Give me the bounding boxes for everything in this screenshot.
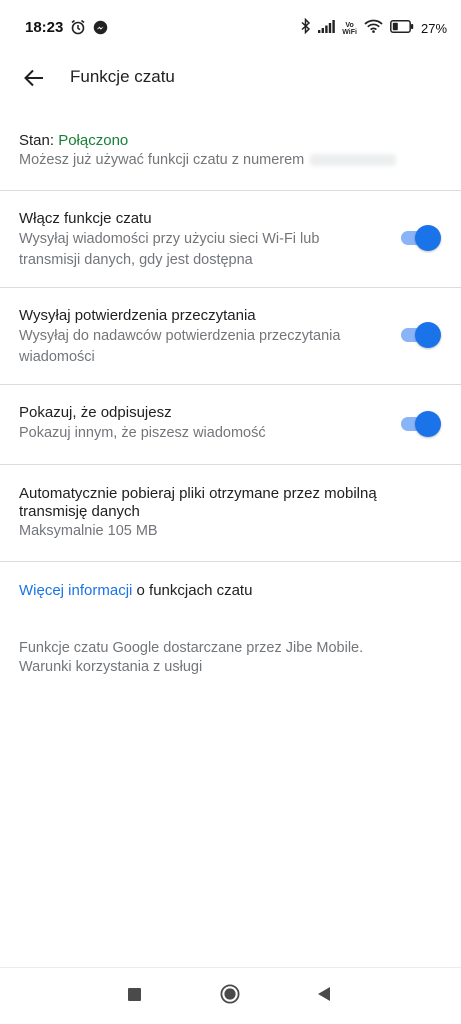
setting-description-line1: Wysyłaj wiadomości przy użyciu sieci Wi-… — [19, 231, 320, 247]
setting-description-line2: transmisji danych, gdy jest dostępna — [19, 252, 253, 268]
setting-description-line1: Pokazuj innym, że piszesz wiadomość — [19, 425, 266, 441]
messenger-icon — [93, 20, 108, 40]
status-bar: 18:23 Vo WiFi 27% — [0, 0, 461, 56]
battery-percent: 27% — [420, 21, 447, 36]
setting-description-line1: Wysyłaj do nadawców potwierdzenia przecz… — [19, 328, 341, 344]
setting-read-receipts[interactable]: Wysyłaj potwierdzenia przeczytania Wysył… — [0, 288, 461, 384]
app-bar: Funkcje czatu — [0, 56, 461, 100]
alarm-icon — [70, 19, 86, 40]
vowifi-top: Vo — [345, 21, 354, 29]
battery-icon — [390, 19, 414, 38]
setting-title: Wysyłaj potwierdzenia przeczytania — [19, 307, 256, 324]
auto-download-value: Maksymalnie 105 MB — [19, 523, 158, 539]
toggle-thumb — [415, 322, 441, 348]
setting-typing-indicator[interactable]: Pokazuj, że odpisujesz Pokazuj innym, że… — [0, 385, 461, 464]
auto-download-title-line2: transmisję danych — [19, 503, 140, 520]
status-description-line: Możesz już używać funkcji czatu z numere… — [19, 150, 397, 171]
system-nav-bar — [0, 967, 461, 1024]
more-info-line: Więcej informacji o funkcjach czatu — [19, 580, 252, 601]
setting-chat-features[interactable]: Włącz funkcje czatu Wysyłaj wiadomości p… — [0, 191, 461, 287]
read-receipts-toggle[interactable] — [401, 322, 441, 348]
toggle-thumb — [415, 225, 441, 251]
setting-title: Pokazuj, że odpisujesz — [19, 404, 172, 421]
setting-auto-download[interactable]: Automatycznie pobieraj pliki otrzymane p… — [0, 465, 461, 561]
terms-link[interactable]: Warunki korzystania z usługi — [19, 657, 202, 678]
typing-indicator-toggle[interactable] — [401, 411, 441, 437]
status-value: Połączono — [58, 132, 129, 149]
battery-value: 27 — [420, 21, 436, 36]
more-info-row: Więcej informacji o funkcjach czatu — [0, 562, 461, 622]
setting-description-line2: wiadomości — [19, 349, 95, 365]
nav-back-icon[interactable] — [317, 986, 331, 1007]
page-title: Funkcje czatu — [70, 67, 175, 86]
footer-section: Funkcje czatu Google dostarczane przez J… — [0, 622, 461, 682]
chat-features-toggle[interactable] — [401, 225, 441, 251]
back-arrow-icon[interactable] — [22, 66, 46, 90]
more-info-link[interactable]: Więcej informacji — [19, 582, 132, 599]
vowifi-bottom: WiFi — [342, 28, 357, 36]
toggle-thumb — [415, 411, 441, 437]
status-time: 18:23 — [25, 19, 64, 36]
recents-icon[interactable] — [128, 988, 141, 1001]
bluetooth-icon — [301, 17, 311, 39]
home-icon[interactable] — [220, 984, 240, 1004]
wifi-icon — [364, 19, 383, 38]
setting-title: Włącz funkcje czatu — [19, 210, 152, 227]
status-icons: Vo WiFi 27% — [301, 17, 447, 39]
status-section: Stan: Połączono Możesz już używać funkcj… — [0, 128, 461, 190]
status-description: Możesz już używać funkcji czatu z numere… — [19, 152, 305, 168]
status-label: Stan: — [19, 132, 59, 149]
redacted-phone-number — [310, 154, 397, 167]
status-line: Stan: Połączono — [19, 130, 128, 151]
more-info-text: o funkcjach czatu — [132, 582, 253, 599]
footer-line1: Funkcje czatu Google dostarczane przez J… — [19, 640, 364, 656]
signal-icon — [318, 19, 336, 38]
vowifi-icon: Vo WiFi — [342, 22, 357, 36]
